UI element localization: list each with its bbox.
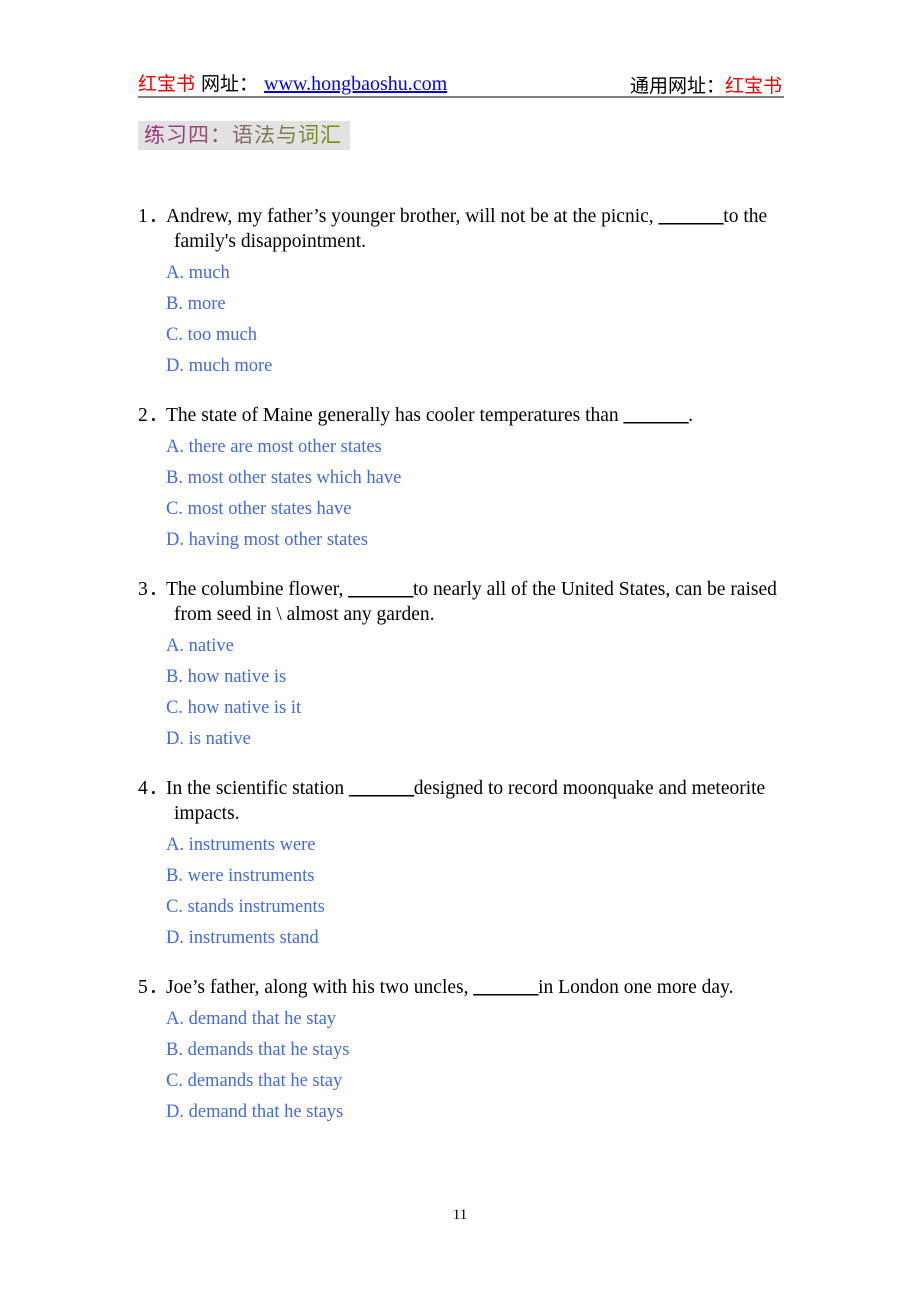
answer-blank: _______ xyxy=(473,977,539,998)
question-item: 1． Andrew, my father’s younger brother, … xyxy=(0,204,920,382)
question-list: 1． Andrew, my father’s younger brother, … xyxy=(0,204,920,1149)
option-b[interactable]: B. how native is xyxy=(0,662,920,693)
answer-blank: _______ xyxy=(348,579,413,600)
page-header: 红宝书 网址： www.hongbaoshu.com 通用网址： 红宝书 xyxy=(138,60,784,96)
option-list: A. instruments were B. were instruments … xyxy=(0,830,920,954)
question-text-before: Joe’s father, along with his two uncles, xyxy=(166,977,474,998)
question-stem: 3． The columbine flower, _______to nearl… xyxy=(0,577,920,627)
section-title-box: 练习四：语法与词汇 xyxy=(138,121,350,150)
question-text: Andrew, my father’s younger brother, wil… xyxy=(166,204,788,254)
option-d[interactable]: D. much more xyxy=(0,351,920,382)
question-text-before: Andrew, my father’s younger brother, wil… xyxy=(166,206,659,227)
option-c[interactable]: C. demands that he stay xyxy=(0,1066,920,1097)
option-list: A. much B. more C. too much D. much more xyxy=(0,258,920,382)
option-list: A. demand that he stay B. demands that h… xyxy=(0,1004,920,1128)
question-stem: 4． In the scientific station _______desi… xyxy=(0,776,920,826)
question-stem: 2． The state of Maine generally has cool… xyxy=(0,403,920,428)
option-c[interactable]: C. stands instruments xyxy=(0,892,920,923)
question-number: 1． xyxy=(138,206,170,227)
question-text-before: The state of Maine generally has cooler … xyxy=(166,405,624,426)
question-number: 5． xyxy=(138,977,170,998)
option-b[interactable]: B. demands that he stays xyxy=(0,1035,920,1066)
option-list: A. native B. how native is C. how native… xyxy=(0,631,920,755)
question-text: The state of Maine generally has cooler … xyxy=(166,403,788,428)
option-d[interactable]: D. instruments stand xyxy=(0,923,920,954)
option-a[interactable]: A. native xyxy=(0,631,920,662)
page-number: 11 xyxy=(452,1207,468,1223)
website-url-link[interactable]: www.hongbaoshu.com xyxy=(264,73,447,96)
universal-url-value: 红宝书 xyxy=(724,75,782,97)
document-page: 红宝书 网址： www.hongbaoshu.com 通用网址： 红宝书 练习四… xyxy=(0,0,920,1302)
option-a[interactable]: A. instruments were xyxy=(0,830,920,861)
option-a[interactable]: A. much xyxy=(0,258,920,289)
option-a[interactable]: A. there are most other states xyxy=(0,432,920,463)
answer-blank: _______ xyxy=(349,778,414,799)
question-number: 4． xyxy=(138,778,170,799)
option-c[interactable]: C. most other states have xyxy=(0,494,920,525)
option-c[interactable]: C. too much xyxy=(0,320,920,351)
question-text-before: In the scientific station xyxy=(166,778,350,799)
question-number: 2． xyxy=(138,405,170,426)
question-item: 2． The state of Maine generally has cool… xyxy=(0,403,920,556)
page-footer: 11 xyxy=(0,1206,920,1224)
answer-blank: _______ xyxy=(623,405,689,426)
question-text: Joe’s father, along with his two uncles,… xyxy=(166,975,788,1000)
option-d[interactable]: D. demand that he stays xyxy=(0,1097,920,1128)
question-text: The columbine flower, _______to nearly a… xyxy=(166,577,788,627)
option-b[interactable]: B. more xyxy=(0,289,920,320)
option-a[interactable]: A. demand that he stay xyxy=(0,1004,920,1035)
option-b[interactable]: B. most other states which have xyxy=(0,463,920,494)
website-label: 网址： xyxy=(201,73,259,95)
header-right-group: 通用网址： 红宝书 xyxy=(630,77,784,96)
header-divider xyxy=(138,96,784,98)
question-item: 4． In the scientific station _______desi… xyxy=(0,776,920,954)
option-list: A. there are most other states B. most o… xyxy=(0,432,920,556)
question-item: 3． The columbine flower, _______to nearl… xyxy=(0,577,920,755)
question-number: 3． xyxy=(138,579,170,600)
answer-blank: _______ xyxy=(658,206,724,227)
page-title: 练习四：语法与词汇 xyxy=(144,123,342,147)
question-text: In the scientific station _______designe… xyxy=(166,776,788,826)
question-text-before: The columbine flower, xyxy=(166,579,349,600)
question-stem: 1． Andrew, my father’s younger brother, … xyxy=(0,204,920,254)
question-text-after: . xyxy=(688,405,694,426)
header-left-group: 红宝书 网址： www.hongbaoshu.com xyxy=(138,73,447,96)
option-d[interactable]: D. is native xyxy=(0,724,920,755)
option-b[interactable]: B. were instruments xyxy=(0,861,920,892)
question-item: 5． Joe’s father, along with his two uncl… xyxy=(0,975,920,1128)
question-stem: 5． Joe’s father, along with his two uncl… xyxy=(0,975,920,1000)
brand-name: 红宝书 xyxy=(138,73,196,95)
universal-url-label: 通用网址： xyxy=(629,75,725,97)
option-c[interactable]: C. how native is it xyxy=(0,693,920,724)
option-d[interactable]: D. having most other states xyxy=(0,525,920,556)
question-text-after: in London one more day. xyxy=(538,977,734,998)
